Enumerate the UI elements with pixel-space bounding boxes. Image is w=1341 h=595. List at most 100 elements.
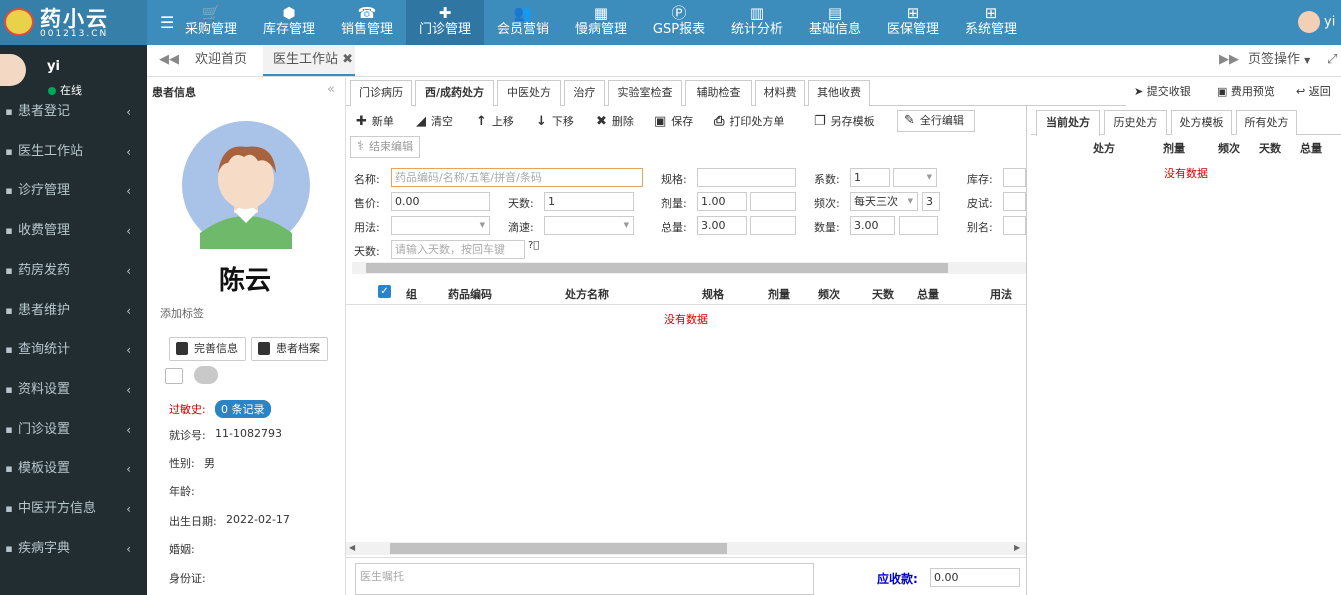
sidebar-item-7[interactable]: ▪ 查询统计 ‹	[0, 331, 147, 369]
dose-input[interactable]: 1.00	[697, 192, 747, 211]
nav-item-1[interactable]: 🛒 采购管理	[172, 0, 250, 45]
nav-item-5[interactable]: 👥 会员营销	[484, 0, 562, 45]
col-total[interactable]: 总量	[917, 286, 939, 302]
tab-ops-menu[interactable]: 页签操作 ▼	[1248, 45, 1310, 76]
patient-archive-button[interactable]: 患者档案	[251, 337, 328, 361]
col-group[interactable]: 组	[406, 286, 417, 302]
dose-unit-input[interactable]	[750, 192, 796, 211]
subtab-1[interactable]: 门诊病历	[350, 80, 412, 106]
new-button[interactable]: ✚ 新单	[356, 114, 394, 130]
select-all-checkbox[interactable]: ✓	[378, 285, 391, 298]
scrollbar-thumb[interactable]	[366, 263, 948, 273]
allergy-count-badge[interactable]: 0 条记录	[215, 400, 271, 418]
move-down-button[interactable]: ↓ 下移	[536, 114, 574, 130]
close-icon[interactable]: ✖	[342, 52, 353, 67]
tab-scroll-left-icon[interactable]: ◀◀	[159, 45, 179, 76]
sidebar-item-9[interactable]: ▪ 门诊设置 ‹	[0, 411, 147, 449]
total-input[interactable]: 3.00	[697, 216, 747, 235]
save-button[interactable]: ▣ 保存	[654, 114, 693, 130]
complete-info-button[interactable]: 完善信息	[169, 337, 246, 361]
id-card-icon[interactable]	[165, 368, 183, 384]
tab-scroll-right-icon[interactable]: ▶▶	[1219, 45, 1239, 76]
sidebar-item-6[interactable]: ▪ 患者维护 ‹	[0, 292, 147, 330]
nav-item-3[interactable]: ☎ 销售管理	[328, 0, 406, 45]
sidebar-item-3[interactable]: ▪ 诊疗管理 ‹	[0, 172, 147, 210]
subtab-4[interactable]: 治疗	[564, 80, 605, 106]
nav-item-11[interactable]: ⊞ 系统管理	[952, 0, 1030, 45]
wechat-icon[interactable]	[194, 366, 218, 384]
back-button[interactable]: ↩ 返回	[1296, 83, 1331, 99]
print-button[interactable]: ⎙ 打印处方单	[714, 114, 784, 130]
right-col-1[interactable]: 处方	[1093, 140, 1115, 156]
sidebar-item-2[interactable]: ▪ 医生工作站 ‹	[0, 133, 147, 171]
col-usage[interactable]: 用法	[990, 286, 1012, 302]
subtab-5[interactable]: 实验室检查	[608, 80, 682, 106]
form-scrollbar[interactable]	[352, 262, 1026, 274]
right-col-2[interactable]: 剂量	[1163, 140, 1185, 156]
receivable-input[interactable]: 0.00	[930, 568, 1020, 587]
right-tab-1[interactable]: 当前处方	[1036, 110, 1100, 136]
move-up-button[interactable]: ↑ 上移	[476, 114, 514, 130]
right-col-4[interactable]: 天数	[1259, 140, 1281, 156]
right-col-5[interactable]: 总量	[1300, 140, 1322, 156]
drip-rate-select[interactable]	[544, 216, 634, 235]
user-menu[interactable]: yi	[1298, 11, 1335, 33]
brand-logo[interactable]: 药小云 001213.CN	[0, 0, 147, 45]
col-drug-name[interactable]: 处方名称	[565, 286, 609, 302]
days-entry-input[interactable]: 请输入天数，按回车键	[391, 240, 525, 259]
edit-all-button[interactable]: ✎ 全行编辑	[897, 110, 975, 132]
stock-input[interactable]	[1003, 168, 1026, 187]
scroll-right-icon[interactable]: ▶	[1014, 543, 1020, 552]
col-drug-code[interactable]: 药品编码	[448, 286, 492, 302]
nav-item-4[interactable]: ✚ 门诊管理	[406, 0, 484, 45]
nav-item-2[interactable]: ⬢ 库存管理	[250, 0, 328, 45]
freq-select[interactable]: 每天三次	[850, 192, 918, 211]
help-icon[interactable]: ?⃝	[528, 240, 539, 251]
freq-count-input[interactable]: 3	[922, 192, 940, 211]
right-tab-3[interactable]: 处方模板	[1171, 110, 1232, 135]
doctor-advice-textarea[interactable]: 医生嘱托	[355, 563, 814, 595]
subtab-6[interactable]: 辅助检查	[685, 80, 752, 106]
col-freq[interactable]: 频次	[818, 286, 840, 302]
total-unit-input[interactable]	[750, 216, 796, 235]
nav-item-10[interactable]: ⊞ 医保管理	[874, 0, 952, 45]
add-tag-link[interactable]: 添加标签	[160, 305, 204, 321]
usage-select[interactable]	[391, 216, 490, 235]
spec-input[interactable]	[697, 168, 796, 187]
nav-item-6[interactable]: ▦ 慢病管理	[562, 0, 640, 45]
delete-button[interactable]: ✖ 删除	[596, 114, 634, 130]
drug-search-input[interactable]: 药品编码/名称/五笔/拼音/条码	[391, 168, 643, 187]
subtab-8[interactable]: 其他收费	[808, 80, 870, 106]
sidebar-item-1[interactable]: ▪ 患者登记 ‹	[0, 93, 147, 131]
subtab-3[interactable]: 中医处方	[497, 80, 561, 106]
submit-cashier-button[interactable]: ➤ 提交收银	[1134, 83, 1191, 99]
alias-input[interactable]	[1003, 216, 1026, 235]
coef-input[interactable]: 1	[850, 168, 890, 187]
right-col-3[interactable]: 频次	[1218, 140, 1240, 156]
sidebar-item-5[interactable]: ▪ 药房发药 ‹	[0, 252, 147, 290]
fee-preview-button[interactable]: ▣ 费用预览	[1217, 83, 1275, 99]
qty-unit-input[interactable]	[899, 216, 938, 235]
nav-item-8[interactable]: ▥ 统计分析	[718, 0, 796, 45]
sidebar-item-8[interactable]: ▪ 资料设置 ‹	[0, 371, 147, 409]
grid-scrollbar[interactable]: ◀ ▶	[346, 542, 1026, 555]
nav-item-7[interactable]: Ⓟ GSP报表	[640, 0, 718, 45]
skin-test-input[interactable]	[1003, 192, 1026, 211]
coef-unit-select[interactable]	[893, 168, 937, 187]
right-tab-4[interactable]: 所有处方	[1236, 110, 1297, 135]
tab-workstation[interactable]: 医生工作站 ✖	[263, 45, 355, 76]
subtab-7[interactable]: 材料费	[755, 80, 805, 106]
collapse-icon[interactable]: «	[327, 82, 335, 97]
price-input[interactable]: 0.00	[391, 192, 490, 211]
qty-input[interactable]: 3.00	[850, 216, 895, 235]
scroll-left-icon[interactable]: ◀	[349, 543, 355, 552]
col-dose[interactable]: 剂量	[768, 286, 790, 302]
end-edit-button[interactable]: ⚕ 结束编辑	[350, 136, 421, 158]
sidebar-item-11[interactable]: ▪ 中医开方信息 ‹	[0, 490, 147, 528]
nav-item-9[interactable]: ▤ 基础信息	[796, 0, 874, 45]
subtab-2[interactable]: 西/成药处方	[415, 80, 494, 107]
col-spec[interactable]: 规格	[702, 286, 724, 302]
sidebar-item-4[interactable]: ▪ 收费管理 ‹	[0, 212, 147, 250]
save-template-button[interactable]: ❐ 另存模板	[814, 114, 875, 130]
right-tab-2[interactable]: 历史处方	[1104, 110, 1167, 135]
